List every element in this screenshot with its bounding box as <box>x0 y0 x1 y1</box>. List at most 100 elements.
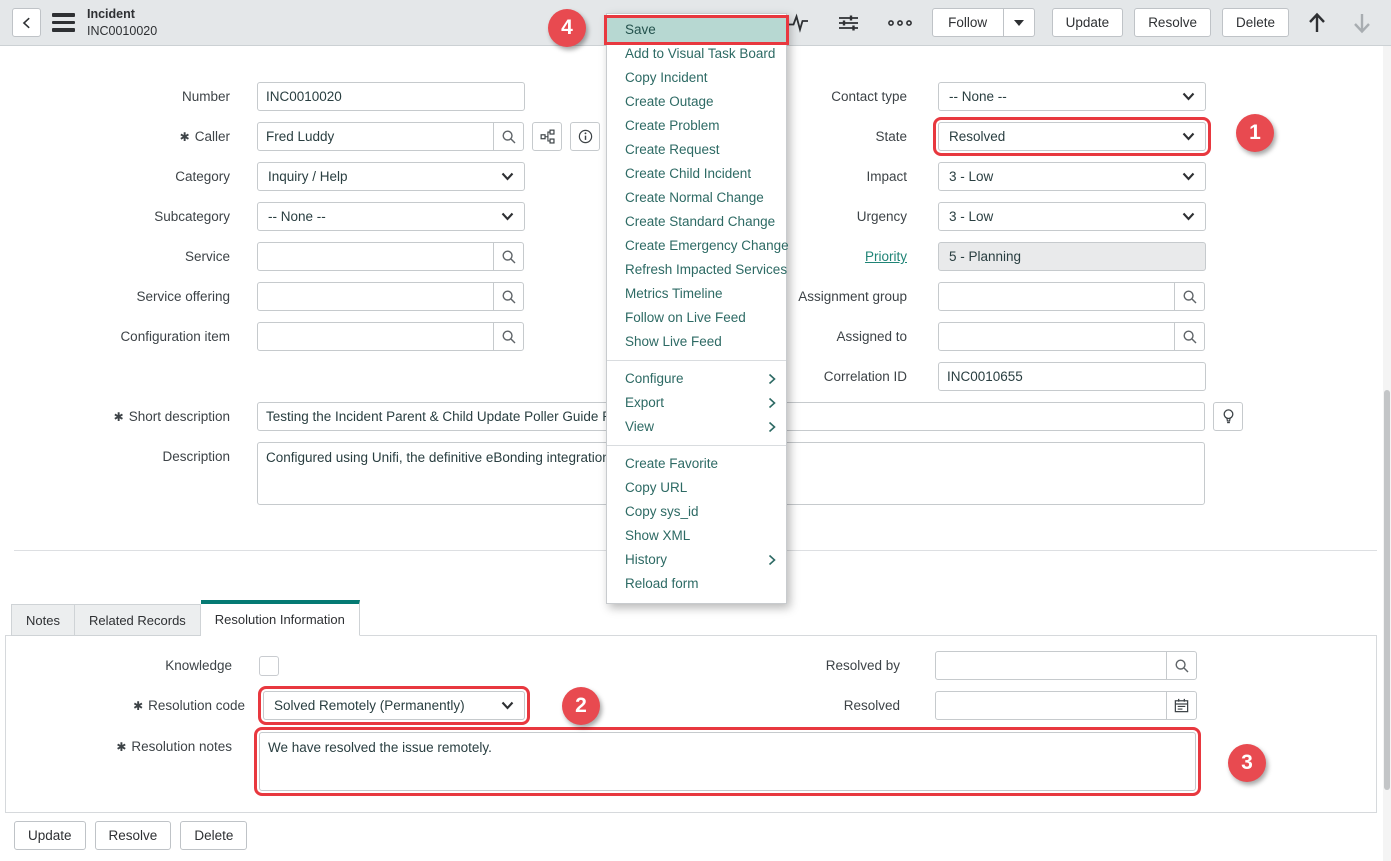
delete-button[interactable]: Delete <box>1222 8 1289 37</box>
menu-item-copy-url[interactable]: Copy URL <box>607 476 786 500</box>
record-title: Incident INC0010020 <box>87 6 157 39</box>
menu-item-show-xml[interactable]: Show XML <box>607 524 786 548</box>
resolved-by-lookup-button[interactable] <box>1166 651 1197 680</box>
caller-input[interactable] <box>257 122 494 151</box>
subcategory-select[interactable]: -- None -- <box>257 202 525 231</box>
service-field-row: Service <box>10 242 524 271</box>
state-select[interactable]: Resolved <box>938 122 1206 151</box>
record-type-label: Incident <box>87 6 157 22</box>
next-record-button[interactable] <box>1345 11 1379 35</box>
search-icon <box>1182 329 1198 345</box>
menu-item-create-outage[interactable]: Create Outage <box>607 90 786 114</box>
menu-item-save[interactable]: Save <box>607 18 786 42</box>
menu-item-show-live-feed[interactable]: Show Live Feed <box>607 330 786 354</box>
category-select[interactable]: Inquiry / Help <box>257 162 525 191</box>
follow-button[interactable]: Follow <box>932 8 1004 37</box>
correlation-id-input[interactable] <box>938 362 1206 391</box>
menu-item-create-normal-change[interactable]: Create Normal Change <box>607 186 786 210</box>
menu-item-create-request[interactable]: Create Request <box>607 138 786 162</box>
chevron-down-icon <box>501 701 514 710</box>
menu-item-copy-sys-id[interactable]: Copy sys_id <box>607 500 786 524</box>
configuration-item-input[interactable] <box>257 322 494 351</box>
vertical-scrollbar[interactable] <box>1383 46 1391 861</box>
footer-delete-button[interactable]: Delete <box>180 821 247 850</box>
assigned-to-lookup-button[interactable] <box>1174 322 1205 351</box>
contact-type-value: -- None -- <box>949 89 1007 104</box>
impact-select[interactable]: 3 - Low <box>938 162 1206 191</box>
back-chevron-icon <box>20 16 34 30</box>
service-lookup-button[interactable] <box>493 242 524 271</box>
resolution-notes-textarea[interactable]: We have resolved the issue remotely. <box>259 732 1196 791</box>
previous-record-button[interactable] <box>1300 11 1334 35</box>
service-offering-input[interactable] <box>257 282 494 311</box>
footer-resolve-button[interactable]: Resolve <box>95 821 172 850</box>
hierarchy-icon <box>539 128 556 145</box>
menu-item-create-problem[interactable]: Create Problem <box>607 114 786 138</box>
resolution-code-label: ✱Resolution code <box>10 691 245 721</box>
sliders-icon <box>837 12 860 34</box>
resolved-by-field-row: Resolved by <box>668 651 1197 680</box>
resolution-code-select[interactable]: Solved Remotely (Permanently) <box>263 691 525 720</box>
knowledge-checkbox[interactable] <box>259 656 279 676</box>
configuration-item-lookup-button[interactable] <box>493 322 524 351</box>
tab-resolution-information[interactable]: Resolution Information <box>201 600 360 636</box>
menu-item-copy-incident[interactable]: Copy Incident <box>607 66 786 90</box>
resolved-label: Resolved <box>668 691 900 720</box>
service-offering-lookup-button[interactable] <box>493 282 524 311</box>
menu-item-create-child-incident[interactable]: Create Child Incident <box>607 162 786 186</box>
service-input[interactable] <box>257 242 494 271</box>
priority-value: 5 - Planning <box>949 249 1021 264</box>
menu-item-refresh-impacted-services[interactable]: Refresh Impacted Services <box>607 258 786 282</box>
knowledge-label: Knowledge <box>10 651 232 680</box>
assigned-to-input[interactable] <box>938 322 1175 351</box>
follow-caret-button[interactable] <box>1003 8 1035 37</box>
caller-show-related-button[interactable] <box>532 122 562 151</box>
footer-update-button[interactable]: Update <box>14 821 86 850</box>
menu-item-view[interactable]: View <box>607 415 786 439</box>
more-options-button[interactable] <box>879 18 921 28</box>
menu-item-export[interactable]: Export <box>607 391 786 415</box>
priority-link[interactable]: Priority <box>865 249 907 264</box>
search-icon <box>1174 658 1190 674</box>
urgency-select[interactable]: 3 - Low <box>938 202 1206 231</box>
service-label: Service <box>10 242 230 271</box>
menu-item-create-emergency-change[interactable]: Create Emergency Change <box>607 234 786 258</box>
menu-item-create-standard-change[interactable]: Create Standard Change <box>607 210 786 234</box>
submenu-chevron-icon <box>768 397 776 409</box>
scrollbar-thumb[interactable] <box>1384 390 1390 790</box>
suggestion-button[interactable] <box>1213 402 1243 431</box>
resolved-by-input[interactable] <box>935 651 1167 680</box>
urgency-value: 3 - Low <box>949 209 993 224</box>
calendar-icon <box>1173 697 1190 714</box>
update-button[interactable]: Update <box>1052 8 1124 37</box>
back-button[interactable] <box>12 8 41 37</box>
footer-actions: Update Resolve Delete <box>14 821 247 850</box>
caller-lookup-button[interactable] <box>493 122 524 151</box>
resolved-input[interactable] <box>935 691 1167 720</box>
submenu-chevron-icon <box>768 554 776 566</box>
tab-related-records[interactable]: Related Records <box>75 604 201 636</box>
assignment-group-lookup-button[interactable] <box>1174 282 1205 311</box>
resolve-button[interactable]: Resolve <box>1134 8 1211 37</box>
personalize-form-button[interactable] <box>829 12 868 34</box>
menu-item-metrics-timeline[interactable]: Metrics Timeline <box>607 282 786 306</box>
additional-actions-menu-icon[interactable] <box>52 13 75 32</box>
search-icon <box>501 289 517 305</box>
tab-notes[interactable]: Notes <box>11 604 75 636</box>
menu-item-history[interactable]: History <box>607 548 786 572</box>
menu-item-add-to-visual-task-board[interactable]: Add to Visual Task Board <box>607 42 786 66</box>
resolved-by-label: Resolved by <box>668 651 900 680</box>
menu-item-configure[interactable]: Configure <box>607 367 786 391</box>
resolution-code-value: Solved Remotely (Permanently) <box>274 698 465 713</box>
service-offering-label: Service offering <box>10 282 230 311</box>
menu-divider <box>607 360 786 361</box>
menu-item-reload-form[interactable]: Reload form <box>607 572 786 596</box>
resolved-calendar-button[interactable] <box>1166 691 1197 720</box>
menu-item-create-favorite[interactable]: Create Favorite <box>607 452 786 476</box>
assignment-group-input[interactable] <box>938 282 1175 311</box>
subcategory-label: Subcategory <box>10 202 230 231</box>
contact-type-select[interactable]: -- None -- <box>938 82 1206 111</box>
number-input[interactable] <box>257 82 525 111</box>
caller-preview-button[interactable] <box>570 122 600 151</box>
menu-item-follow-on-live-feed[interactable]: Follow on Live Feed <box>607 306 786 330</box>
